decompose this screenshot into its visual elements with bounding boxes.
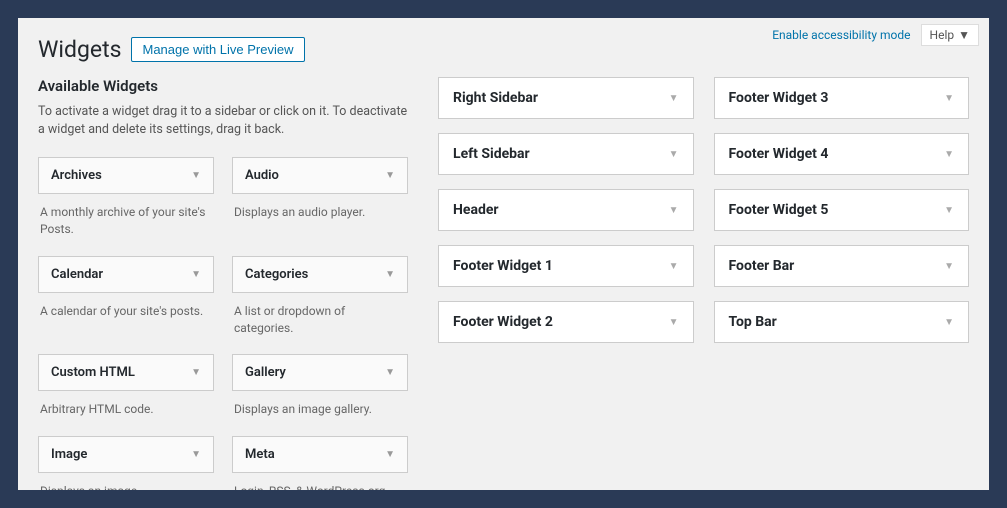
chevron-down-icon: ▼ [944,149,954,160]
sidebar-area[interactable]: Header ▼ [438,189,694,231]
widget-description: Login, RSS, & WordPress.org links. [232,473,408,490]
widget-handle[interactable]: Image ▼ [38,436,214,473]
widget-description: A list or dropdown of categories. [232,293,408,345]
sidebar-areas: Right Sidebar▼Left Sidebar▼Header▼Footer… [438,77,969,490]
widget-handle[interactable]: Custom HTML ▼ [38,354,214,391]
chevron-down-icon: ▼ [669,205,679,216]
widget-name: Audio [245,168,279,183]
chevron-down-icon: ▼ [669,261,679,272]
topbar-right: Enable accessibility mode Help ▼ [772,24,979,46]
help-tab[interactable]: Help ▼ [921,24,979,46]
widget-description: Displays an image. [38,473,214,490]
widget-description: A calendar of your site's posts. [38,293,214,328]
widget-name: Custom HTML [51,365,135,380]
available-widgets-description: To activate a widget drag it to a sideba… [38,103,408,139]
chevron-down-icon: ▼ [669,317,679,328]
widget-name: Image [51,447,87,462]
widget-handle[interactable]: Categories ▼ [232,256,408,293]
sidebar-area-label: Right Sidebar [453,90,538,106]
sidebar-area[interactable]: Footer Widget 2 ▼ [438,301,694,343]
sidebar-column-2: Footer Widget 3▼Footer Widget 4▼Footer W… [714,77,970,490]
topbar: Widgets Manage with Live Preview Enable … [18,18,989,63]
sidebar-area-label: Top Bar [729,314,777,330]
sidebar-area[interactable]: Top Bar ▼ [714,301,970,343]
help-label: Help [930,28,955,42]
sidebar-area[interactable]: Footer Widget 4 ▼ [714,133,970,175]
sidebar-area[interactable]: Footer Widget 5 ▼ [714,189,970,231]
sidebar-area[interactable]: Footer Widget 1 ▼ [438,245,694,287]
available-widget: Categories ▼ A list or dropdown of categor… [232,256,408,345]
widgets-panel: Widgets Manage with Live Preview Enable … [18,18,989,490]
widget-name: Archives [51,168,102,183]
content: Available Widgets To activate a widget d… [18,63,989,490]
sidebar-area-label: Footer Widget 1 [453,258,553,274]
chevron-down-icon: ▼ [669,93,679,104]
chevron-down-icon: ▼ [191,449,201,460]
widget-description: Displays an audio player. [232,194,408,229]
chevron-down-icon: ▼ [191,170,201,181]
available-widget: Custom HTML ▼ Arbitrary HTML code. [38,354,214,426]
available-widget: Image ▼ Displays an image. [38,436,214,490]
sidebar-area-label: Header [453,202,499,218]
sidebar-area[interactable]: Footer Bar ▼ [714,245,970,287]
widget-description: Arbitrary HTML code. [38,391,214,426]
sidebar-area[interactable]: Left Sidebar ▼ [438,133,694,175]
chevron-down-icon: ▼ [385,367,395,378]
sidebar-area[interactable]: Right Sidebar ▼ [438,77,694,119]
available-widget: Calendar ▼ A calendar of your site's posts… [38,256,214,345]
chevron-down-icon: ▼ [944,317,954,328]
chevron-down-icon: ▼ [669,149,679,160]
widget-name: Calendar [51,267,103,282]
widget-name: Meta [245,447,275,462]
accessibility-mode-link[interactable]: Enable accessibility mode [772,28,910,42]
chevron-down-icon: ▼ [385,269,395,280]
widget-handle[interactable]: Calendar ▼ [38,256,214,293]
available-widgets-column: Available Widgets To activate a widget d… [38,77,408,490]
chevron-down-icon: ▼ [944,261,954,272]
manage-live-preview-button[interactable]: Manage with Live Preview [131,37,304,62]
widget-handle[interactable]: Meta ▼ [232,436,408,473]
sidebar-area-label: Footer Widget 4 [729,146,829,162]
sidebar-area-label: Footer Widget 5 [729,202,829,218]
widget-description: A monthly archive of your site's Posts. [38,194,214,246]
chevron-down-icon: ▼ [385,170,395,181]
widget-handle[interactable]: Archives ▼ [38,157,214,194]
chevron-down-icon: ▼ [191,269,201,280]
available-widget: Meta ▼ Login, RSS, & WordPress.org links. [232,436,408,490]
sidebar-area[interactable]: Footer Widget 3 ▼ [714,77,970,119]
available-widgets-heading: Available Widgets [38,77,408,95]
sidebar-area-label: Footer Bar [729,258,795,274]
chevron-down-icon: ▼ [944,93,954,104]
sidebar-column-1: Right Sidebar▼Left Sidebar▼Header▼Footer… [438,77,694,490]
available-widget: Archives ▼ A monthly archive of your site'… [38,157,214,246]
chevron-down-icon: ▼ [944,205,954,216]
widget-name: Gallery [245,365,286,380]
sidebar-area-label: Left Sidebar [453,146,530,162]
topbar-left: Widgets Manage with Live Preview [38,24,305,63]
chevron-down-icon: ▼ [191,367,201,378]
chevron-down-icon: ▼ [958,28,970,42]
sidebar-area-label: Footer Widget 3 [729,90,829,106]
available-widget: Audio ▼ Displays an audio player. [232,157,408,246]
widget-description: Displays an image gallery. [232,391,408,426]
sidebar-area-label: Footer Widget 2 [453,314,553,330]
available-widget: Gallery ▼ Displays an image gallery. [232,354,408,426]
page-title: Widgets [38,36,121,63]
widget-handle[interactable]: Audio ▼ [232,157,408,194]
widget-name: Categories [245,267,308,282]
chevron-down-icon: ▼ [385,449,395,460]
available-widgets-grid: Archives ▼ A monthly archive of your site'… [38,157,408,490]
widget-handle[interactable]: Gallery ▼ [232,354,408,391]
